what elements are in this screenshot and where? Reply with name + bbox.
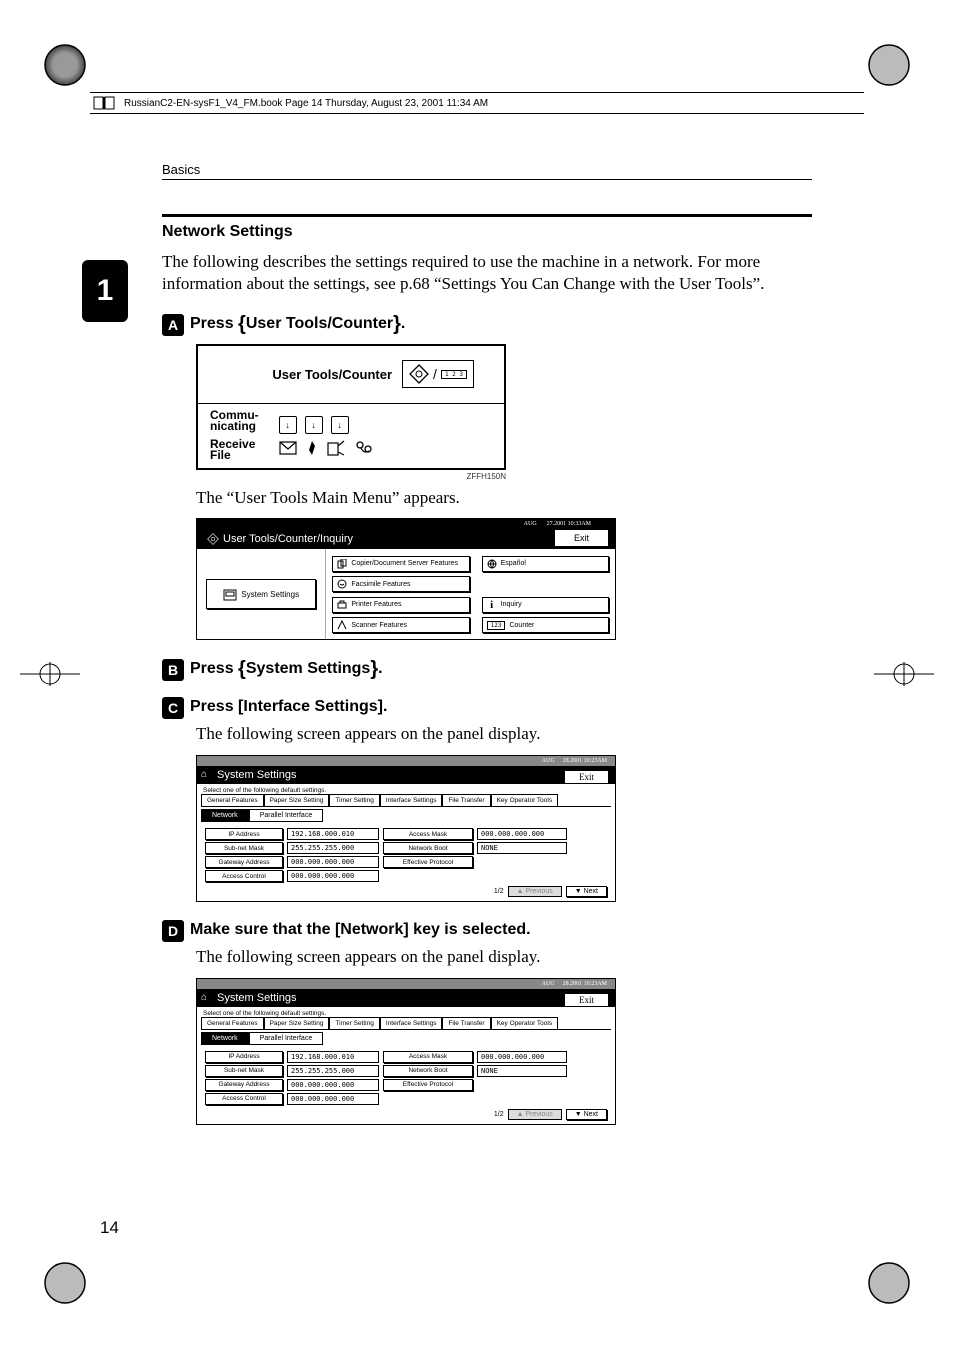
illus-settings-screen-1: AUG28.2001 10:23AM ⌂System Settings Exit…	[196, 755, 616, 902]
panel1-code: ZFFH150N	[196, 472, 506, 481]
running-head: Basics	[162, 162, 812, 180]
tab-timer[interactable]: Timer Setting	[329, 794, 379, 806]
step-badge-4: D	[162, 920, 184, 942]
step-3: C Press [Interface Settings].	[162, 695, 812, 717]
btn-subnet[interactable]: Sub-net Mask	[205, 842, 283, 854]
tab-interface[interactable]: Interface Settings	[380, 794, 443, 806]
btn-accessmask[interactable]: Access Mask	[383, 828, 473, 840]
step-2: B Press {System Settings}.	[162, 656, 812, 679]
after-step3: The following screen appears on the pane…	[196, 723, 812, 745]
btn-next-2[interactable]: ▼ Next	[566, 1109, 607, 1120]
menu-inquiry-button[interactable]: iInquiry	[482, 597, 609, 613]
btn-netboot[interactable]: Network Boot	[383, 842, 473, 854]
panel1-counter-chip: 1 2 3	[441, 370, 467, 379]
menu-scanner-button[interactable]: Scanner Features	[332, 617, 469, 633]
chapter-number: 1	[97, 274, 114, 308]
menu-copier-button[interactable]: Copier/Document Server Features	[332, 556, 469, 572]
settings-exit-button-1[interactable]: Exit	[564, 770, 609, 784]
reg-mark-bottom-left	[40, 1258, 90, 1308]
reg-mark-top-right	[864, 40, 914, 90]
step-1: A Press {User Tools/Counter}.	[162, 311, 812, 334]
panel1-status-icons	[279, 440, 373, 456]
step-badge-3: C	[162, 697, 184, 719]
menu-counter-button[interactable]: 123Counter	[482, 617, 609, 633]
after-step1-text: The “User Tools Main Menu” appears.	[196, 487, 812, 509]
subtab-network[interactable]: Network	[201, 809, 249, 822]
reg-cross-left	[20, 662, 80, 686]
btn-ip[interactable]: IP Address	[205, 828, 283, 840]
btn-gateway[interactable]: Gateway Address	[205, 856, 283, 868]
tab-paper[interactable]: Paper Size Setting	[264, 794, 330, 806]
step-badge-1: A	[162, 314, 184, 336]
menu-exit-button[interactable]: Exit	[554, 529, 609, 547]
section-rule	[162, 214, 812, 217]
step-badge-2: B	[162, 659, 184, 681]
menu-fax-button[interactable]: Facsimile Features	[332, 576, 469, 592]
tab-general[interactable]: General Features	[201, 794, 264, 806]
tab-keyop[interactable]: Key Operator Tools	[491, 794, 559, 806]
step1-key: User Tools/Counter	[246, 315, 393, 332]
menu-system-settings-button[interactable]: System Settings	[206, 579, 316, 609]
btn-next-1[interactable]: ▼ Next	[566, 886, 607, 897]
btn-protocol[interactable]: Effective Protocol	[383, 856, 473, 868]
intro-paragraph: The following describes the settings req…	[162, 251, 812, 295]
tab-file[interactable]: File Transfer	[442, 794, 490, 806]
panel1-receive-l2: File	[210, 448, 231, 462]
print-header-text: RussianC2-EN-sysF1_V4_FM.book Page 14 Th…	[124, 98, 488, 109]
menu-printer-button[interactable]: Printer Features	[332, 597, 469, 613]
reg-mark-bottom-right	[864, 1258, 914, 1308]
illus-user-tools-menu: AUG27.2001 10:33AM User Tools/Counter/In…	[196, 518, 616, 640]
chapter-tab: 1	[82, 260, 128, 322]
panel1-top-label: User Tools/Counter	[272, 367, 392, 382]
panel1-communicating-l2: nicating	[210, 419, 256, 433]
illus-user-tools-panel: User Tools/Counter / 1 2 3 Commu-nicatin…	[196, 344, 812, 481]
illus-settings-screen-2: AUG28.2001 10:23AM ⌂System Settings Exit…	[196, 978, 616, 1125]
book-icon	[90, 94, 118, 112]
menu-language-button[interactable]: Español	[482, 556, 609, 572]
page-number: 14	[100, 1218, 119, 1238]
reg-mark-top-left	[40, 40, 90, 90]
reg-cross-right	[874, 662, 934, 686]
after-step4: The following screen appears on the pane…	[196, 946, 812, 968]
step1-lead: Press	[190, 315, 238, 332]
subtab-parallel[interactable]: Parallel Interface	[249, 809, 324, 822]
btn-prev-2: ▲ Previous	[508, 1109, 562, 1120]
print-header: RussianC2-EN-sysF1_V4_FM.book Page 14 Th…	[90, 92, 864, 114]
menu-title: User Tools/Counter/Inquiry	[223, 533, 353, 545]
settings-exit-button-2[interactable]: Exit	[564, 993, 609, 1007]
btn-access[interactable]: Access Control	[205, 870, 283, 882]
panel1-key-icon: / 1 2 3	[402, 360, 474, 388]
btn-prev-1: ▲ Previous	[508, 886, 562, 897]
step-4: D Make sure that the [Network] key is se…	[162, 918, 812, 940]
panel1-tray-icons: ↓↓↓	[279, 416, 373, 434]
section-title: Network Settings	[162, 223, 812, 241]
